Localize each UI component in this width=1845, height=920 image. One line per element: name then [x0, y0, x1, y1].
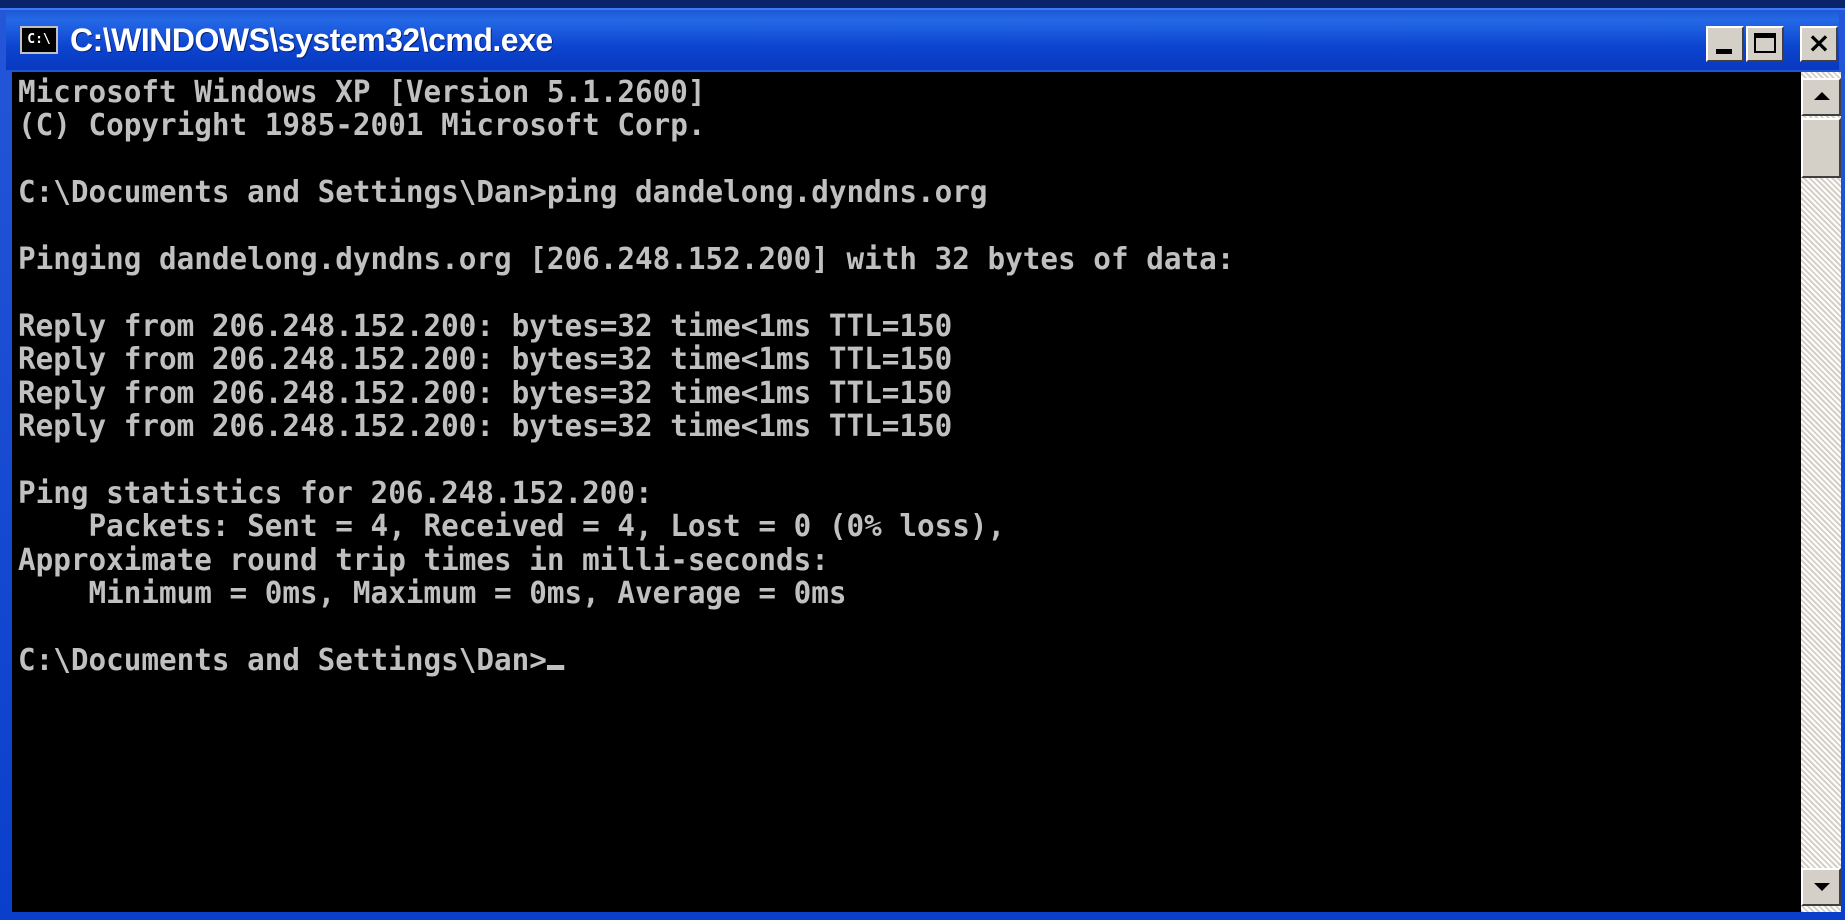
scroll-thumb[interactable] — [1801, 118, 1841, 178]
console-line: Microsoft Windows XP [Version 5.1.2600] — [18, 75, 706, 110]
maximize-button[interactable] — [1746, 26, 1784, 62]
console-line: Ping statistics for 206.248.152.200: — [18, 475, 653, 511]
vertical-scrollbar[interactable] — [1801, 72, 1841, 912]
close-button[interactable]: × — [1800, 26, 1838, 62]
cmd-window: C:\ C:\WINDOWS\system32\cmd.exe × Micros… — [0, 0, 1845, 920]
console-line: (C) Copyright 1985-2001 Microsoft Corp. — [18, 108, 706, 144]
console-line: C:\Documents and Settings\Dan>ping dande… — [18, 175, 988, 211]
console-area[interactable]: Microsoft Windows XP [Version 5.1.2600] … — [12, 72, 1801, 912]
close-icon: × — [1807, 26, 1831, 59]
scroll-up-button[interactable] — [1801, 78, 1841, 116]
console-line: Reply from 206.248.152.200: bytes=32 tim… — [18, 409, 953, 445]
maximize-icon — [1754, 33, 1776, 53]
console-output: Microsoft Windows XP [Version 5.1.2600] … — [18, 76, 1234, 677]
window-bottom-border — [0, 912, 1845, 920]
console-line: Reply from 206.248.152.200: bytes=32 tim… — [18, 342, 953, 378]
console-line: Reply from 206.248.152.200: bytes=32 tim… — [18, 375, 953, 411]
text-cursor — [546, 664, 565, 670]
arrow-up-icon — [1814, 92, 1830, 100]
console-history: Microsoft Windows XP [Version 5.1.2600] … — [18, 75, 1234, 611]
console-line: Pinging dandelong.dyndns.org [206.248.15… — [18, 242, 1235, 278]
cmd-app-icon[interactable]: C:\ — [20, 26, 58, 54]
console-line: Minimum = 0ms, Maximum = 0ms, Average = … — [88, 576, 847, 612]
minimize-icon — [1716, 49, 1732, 54]
arrow-down-icon — [1814, 883, 1830, 891]
command-prompt: C:\Documents and Settings\Dan> — [18, 642, 547, 678]
console-line: Approximate round trip times in milli-se… — [18, 542, 829, 578]
window-title: C:\WINDOWS\system32\cmd.exe — [70, 22, 553, 58]
minimize-button[interactable] — [1706, 26, 1744, 62]
console-line: Reply from 206.248.152.200: bytes=32 tim… — [18, 308, 953, 344]
scroll-down-button[interactable] — [1801, 868, 1841, 906]
console-line: Packets: Sent = 4, Received = 4, Lost = … — [88, 509, 1006, 545]
